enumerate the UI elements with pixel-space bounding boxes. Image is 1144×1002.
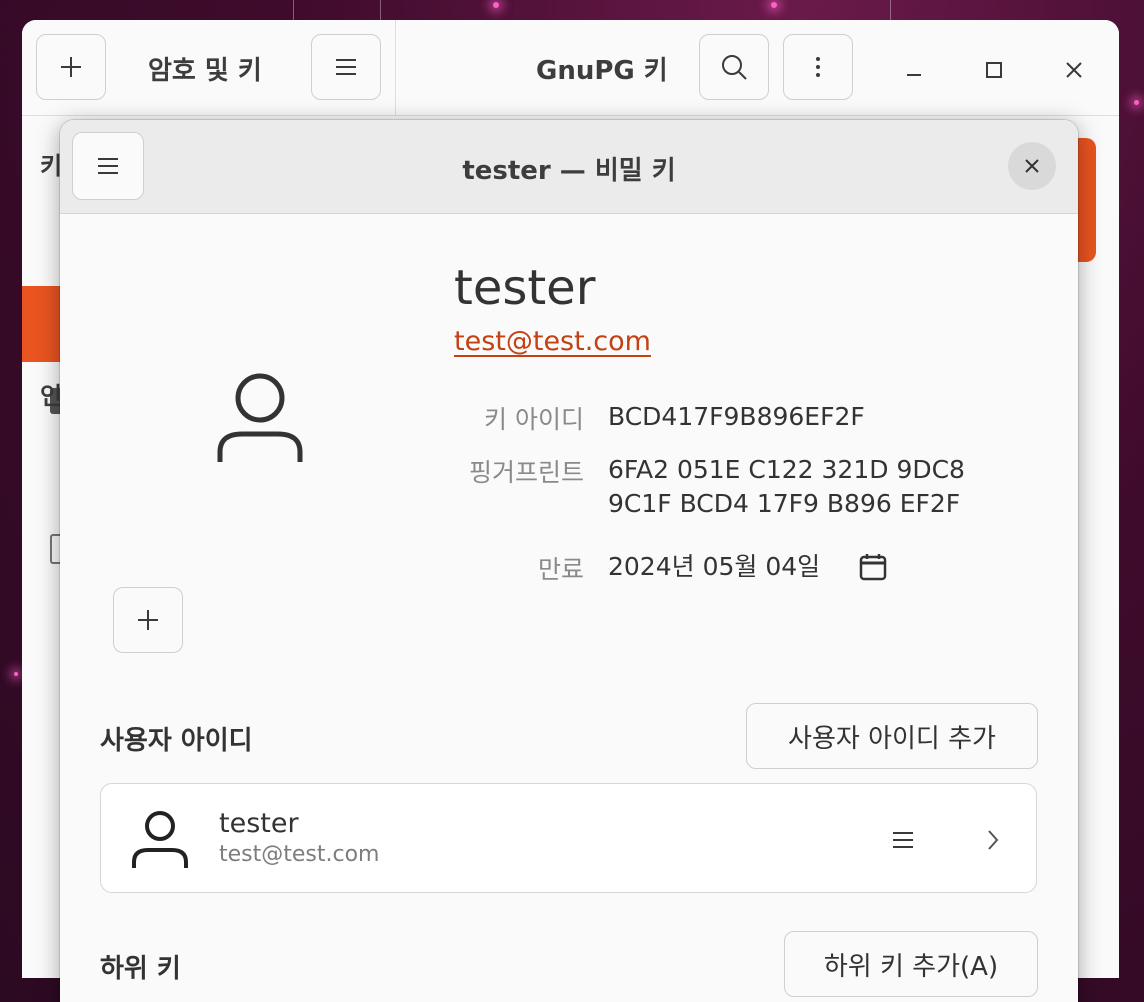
chevron-right-icon: [988, 830, 999, 850]
main-menu-button[interactable]: [311, 34, 381, 100]
minimize-icon: [907, 74, 921, 76]
fingerprint-line-2: 9C1F BCD4 17F9 B896 EF2F: [608, 489, 961, 518]
user-id-email: test@test.com: [219, 842, 380, 867]
wallpaper-streak: [380, 0, 381, 20]
user-id-menu-button[interactable]: [883, 820, 923, 860]
user-avatar-icon: [132, 811, 188, 868]
expires-label: 만료: [537, 555, 584, 584]
hamburger-menu-icon: [893, 832, 913, 848]
sidebar-selected-item[interactable]: [22, 286, 62, 362]
dialog-header-bar: tester — 비밀 키: [60, 120, 1078, 214]
dialog-title: tester — 비밀 키: [462, 156, 676, 186]
user-id-name: tester: [219, 808, 299, 839]
add-subkey-button[interactable]: 하위 키 추가(A): [784, 931, 1038, 997]
sidebar-title: 암호 및 키: [148, 56, 262, 86]
key-id-value: BCD417F9B896EF2F: [608, 402, 865, 431]
kebab-menu-icon: [816, 57, 820, 77]
user-avatar-icon: [217, 373, 303, 462]
wallpaper-sparkle: [1134, 100, 1139, 105]
expires-value: 2024년 05월 04일: [608, 552, 821, 581]
more-options-button[interactable]: [783, 34, 853, 100]
close-icon: [1025, 159, 1039, 173]
sidebar-heading-peek: 키: [40, 152, 63, 180]
sidebar-peek: 키 인: [22, 116, 64, 978]
content-title: GnuPG 키: [536, 56, 668, 86]
key-properties-dialog: tester — 비밀 키 tester test@test.com 키 아이디…: [60, 120, 1078, 1002]
user-id-list: tester test@test.com: [100, 783, 1037, 893]
hamburger-menu-icon: [336, 59, 356, 75]
sidebar-heading-peek-2: 인: [40, 382, 63, 410]
close-icon: [1066, 62, 1082, 78]
fingerprint-label: 핑거프린트: [468, 458, 584, 487]
user-id-open-button[interactable]: [975, 820, 1011, 860]
maximize-icon: [986, 62, 1002, 78]
user-id-row[interactable]: tester test@test.com: [101, 784, 1036, 892]
calendar-icon[interactable]: [858, 552, 888, 582]
wallpaper-streak: [890, 0, 891, 20]
add-photo-button[interactable]: [113, 587, 183, 653]
wallpaper-sparkle: [14, 672, 18, 676]
content-selected-row-edge: [1076, 138, 1096, 262]
wallpaper-sparkle: [771, 2, 777, 8]
wallpaper-sparkle: [493, 2, 499, 8]
close-window-button[interactable]: [1054, 50, 1094, 90]
main-header-bar: 암호 및 키 GnuPG 키: [22, 20, 1119, 116]
dialog-close-button[interactable]: [1008, 142, 1056, 190]
subkeys-section-title: 하위 키: [100, 954, 181, 984]
search-button[interactable]: [699, 34, 769, 100]
minimize-button[interactable]: [894, 50, 934, 90]
key-owner-name: tester: [454, 260, 596, 316]
key-owner-email-link[interactable]: test@test.com: [454, 326, 651, 357]
add-user-id-button[interactable]: 사용자 아이디 추가: [746, 703, 1038, 769]
plus-icon: [61, 57, 81, 77]
new-item-button[interactable]: [36, 34, 106, 100]
header-divider: [395, 20, 396, 116]
plus-icon: [138, 610, 158, 630]
user-ids-section-title: 사용자 아이디: [100, 726, 253, 756]
maximize-button[interactable]: [974, 50, 1014, 90]
search-icon: [722, 55, 747, 80]
key-id-label: 키 아이디: [484, 405, 584, 434]
wallpaper-streak: [293, 0, 294, 20]
fingerprint-line-1: 6FA2 051E C122 321D 9DC8: [608, 455, 965, 484]
